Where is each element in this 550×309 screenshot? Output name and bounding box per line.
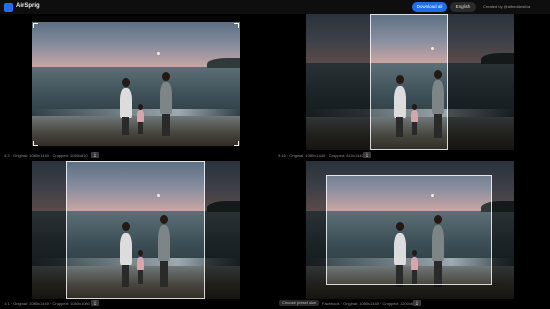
crop-frame[interactable] [326,175,492,285]
crop-panel-1-1 [32,161,240,299]
panel-2-caption: 9:16 · Original: 1080x1440 · Cropped: 81… [278,153,364,158]
download-icon[interactable]: ⤓ [91,152,99,158]
crop-panel-9-16 [306,14,514,150]
original-size: Original: 1080x1440 [13,301,49,306]
top-bar: AirSprig Download all English Created by… [0,0,550,14]
cropped-size: Cropped: 1080x810 [52,153,88,158]
preset-label: 9:16 [278,153,286,158]
crop-frame[interactable] [370,14,448,150]
language-select[interactable]: English [450,2,476,12]
crop-frame[interactable] [66,161,205,299]
preset-label: 4:3 [4,153,10,158]
preset-size-select[interactable]: Choose preset size [279,300,320,306]
crop-panel-4-3 [32,16,240,148]
original-size: Original: 1080x1440 [289,153,326,158]
app-logo-icon [4,3,13,12]
crop-panel-facebook [306,161,514,299]
panel-1-caption: 4:3 · Original: 1080x1440 · Cropped: 108… [4,153,88,158]
cropped-size: Cropped: 810x1440 [328,153,364,158]
download-icon[interactable]: ⤓ [91,300,99,306]
preset-label: Facebook [322,301,340,306]
panel-4-caption: Facebook · Original: 1080x1440 · Cropped… [322,301,418,306]
original-size: Original: 1080x1440 [13,153,49,158]
preset-label: 1:1 [4,301,10,306]
download-icon[interactable]: ⤓ [413,300,421,306]
creator-credit[interactable]: Created by @alfreddesilva [483,4,530,9]
panel-3-caption: 1:1 · Original: 1080x1440 · Cropped: 108… [4,301,90,306]
preview-photo [32,22,240,146]
app-title: AirSprig [16,3,40,9]
original-size: Original: 1080x1440 [343,301,379,306]
cropped-size: Cropped: 1080x1080 [52,301,90,306]
download-icon[interactable]: ⤓ [363,152,371,158]
download-all-button[interactable]: Download all [412,2,447,12]
